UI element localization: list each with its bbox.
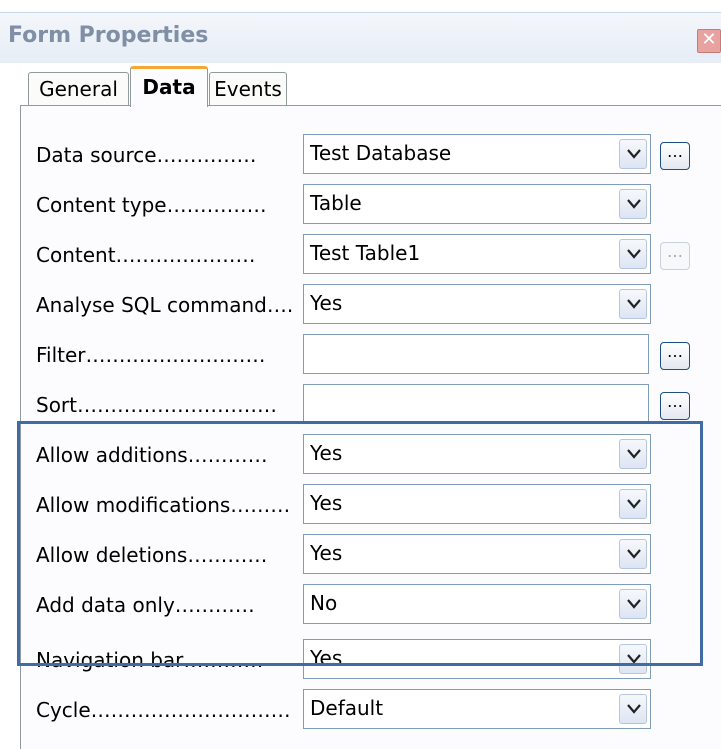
row-navigation-bar: Navigation bar………… Yes bbox=[0, 635, 721, 685]
tab-bar: General Data Events bbox=[0, 62, 721, 107]
sort-label: Sort………………………… bbox=[36, 393, 277, 417]
add-data-only-label: Add data only………… bbox=[36, 593, 255, 617]
chevron-down-icon[interactable] bbox=[619, 589, 647, 619]
filter-input[interactable] bbox=[303, 334, 649, 374]
tab-data[interactable]: Data bbox=[130, 66, 208, 107]
row-sort: Sort………………………… … bbox=[0, 380, 721, 430]
row-allow-modifications: Allow modifications……… Yes bbox=[0, 480, 721, 530]
allow-additions-select[interactable]: Yes bbox=[303, 434, 651, 474]
content-type-value: Table bbox=[310, 191, 362, 215]
filter-browse-button[interactable]: … bbox=[660, 342, 690, 370]
row-add-data-only: Add data only………… No bbox=[0, 580, 721, 630]
row-analyse-sql: Analyse SQL command…. Yes bbox=[0, 280, 721, 330]
content-type-select[interactable]: Table bbox=[303, 184, 651, 224]
navigation-bar-select[interactable]: Yes bbox=[303, 639, 651, 679]
add-data-only-select[interactable]: No bbox=[303, 584, 651, 624]
chevron-down-icon[interactable] bbox=[619, 539, 647, 569]
chevron-down-icon[interactable] bbox=[619, 189, 647, 219]
tab-events[interactable]: Events bbox=[209, 72, 287, 106]
content-label: Content………………… bbox=[36, 243, 256, 267]
sort-input[interactable] bbox=[303, 384, 649, 424]
cycle-value: Default bbox=[310, 696, 384, 720]
data-source-browse-button[interactable]: … bbox=[660, 142, 690, 170]
chevron-down-icon[interactable] bbox=[619, 289, 647, 319]
allow-deletions-value: Yes bbox=[310, 541, 343, 565]
chevron-down-icon[interactable] bbox=[619, 439, 647, 469]
allow-additions-label: Allow additions………… bbox=[36, 443, 268, 467]
allow-modifications-value: Yes bbox=[310, 491, 343, 515]
row-data-source: Data source…………… Test Database … bbox=[0, 130, 721, 180]
content-type-label: Content type…………… bbox=[36, 193, 267, 217]
row-filter: Filter……………………… … bbox=[0, 330, 721, 380]
row-content: Content………………… Test Table1 … bbox=[0, 230, 721, 280]
analyse-sql-select[interactable]: Yes bbox=[303, 284, 651, 324]
cycle-select[interactable]: Default bbox=[303, 689, 651, 729]
close-icon: ✕ bbox=[701, 29, 717, 50]
add-data-only-value: No bbox=[310, 591, 338, 615]
navigation-bar-label: Navigation bar………… bbox=[36, 648, 264, 672]
chevron-down-icon[interactable] bbox=[619, 489, 647, 519]
sort-browse-button[interactable]: … bbox=[660, 392, 690, 420]
chevron-down-icon[interactable] bbox=[619, 139, 647, 169]
tab-general[interactable]: General bbox=[28, 72, 129, 106]
data-source-select[interactable]: Test Database bbox=[303, 134, 651, 174]
allow-modifications-select[interactable]: Yes bbox=[303, 484, 651, 524]
chevron-down-icon[interactable] bbox=[619, 694, 647, 724]
analyse-sql-label: Analyse SQL command…. bbox=[36, 293, 294, 317]
row-content-type: Content type…………… Table bbox=[0, 180, 721, 230]
allow-deletions-label: Allow deletions………… bbox=[36, 543, 268, 567]
data-source-label: Data source…………… bbox=[36, 143, 257, 167]
content-browse-button: … bbox=[660, 242, 690, 270]
row-allow-deletions: Allow deletions………… Yes bbox=[0, 530, 721, 580]
chevron-down-icon[interactable] bbox=[619, 644, 647, 674]
content-value: Test Table1 bbox=[310, 241, 421, 265]
window-title: Form Properties bbox=[8, 23, 209, 48]
close-button[interactable]: ✕ bbox=[697, 29, 721, 53]
allow-additions-value: Yes bbox=[310, 441, 343, 465]
title-bar: Form Properties ✕ bbox=[0, 12, 721, 63]
row-cycle: Cycle………………………… Default bbox=[0, 685, 721, 735]
navigation-bar-value: Yes bbox=[310, 646, 343, 670]
filter-label: Filter……………………… bbox=[36, 343, 266, 367]
analyse-sql-value: Yes bbox=[310, 291, 343, 315]
allow-modifications-label: Allow modifications……… bbox=[36, 493, 291, 517]
data-source-value: Test Database bbox=[310, 141, 452, 165]
cycle-label: Cycle………………………… bbox=[36, 698, 291, 722]
row-allow-additions: Allow additions………… Yes bbox=[0, 430, 721, 480]
content-select[interactable]: Test Table1 bbox=[303, 234, 651, 274]
allow-deletions-select[interactable]: Yes bbox=[303, 534, 651, 574]
chevron-down-icon[interactable] bbox=[619, 239, 647, 269]
